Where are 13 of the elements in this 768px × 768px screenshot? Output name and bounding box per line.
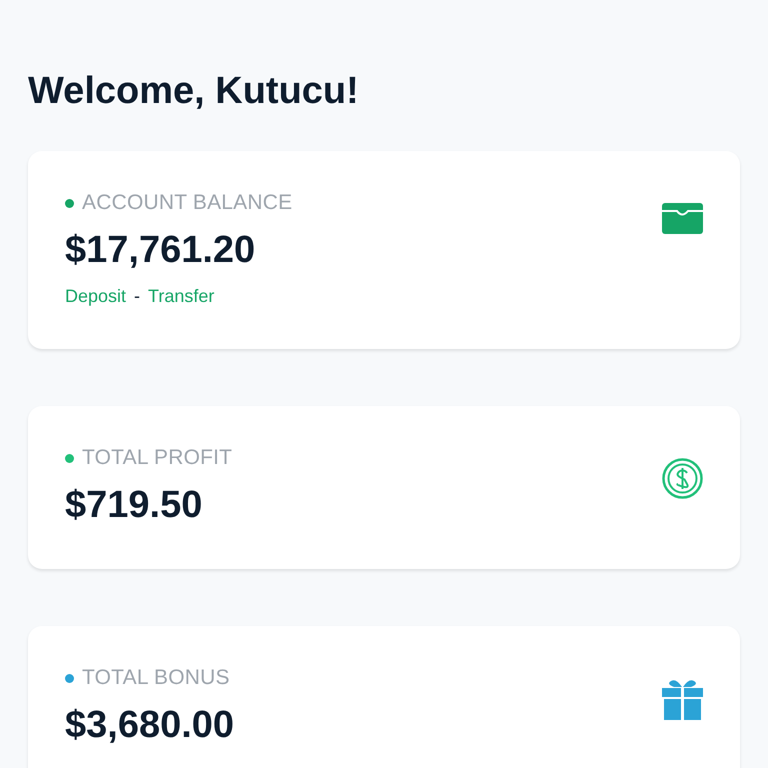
welcome-heading: Welcome, Kutucu! bbox=[28, 70, 360, 113]
card-link[interactable]: Deposit bbox=[65, 286, 126, 307]
card-label: TOTAL PROFIT bbox=[82, 446, 232, 470]
amount: $17,761.20 bbox=[65, 229, 256, 272]
gift-icon bbox=[662, 678, 703, 720]
dollar-coin-icon bbox=[662, 458, 703, 499]
wallet-icon bbox=[662, 203, 703, 234]
amount: $3,680.00 bbox=[65, 704, 234, 747]
card-label: TOTAL BONUS bbox=[82, 666, 230, 690]
amount: $719.50 bbox=[65, 484, 204, 527]
separator: - bbox=[134, 286, 140, 307]
card-link[interactable]: Transfer bbox=[148, 286, 214, 307]
card-label: ACCOUNT BALANCE bbox=[82, 191, 292, 215]
